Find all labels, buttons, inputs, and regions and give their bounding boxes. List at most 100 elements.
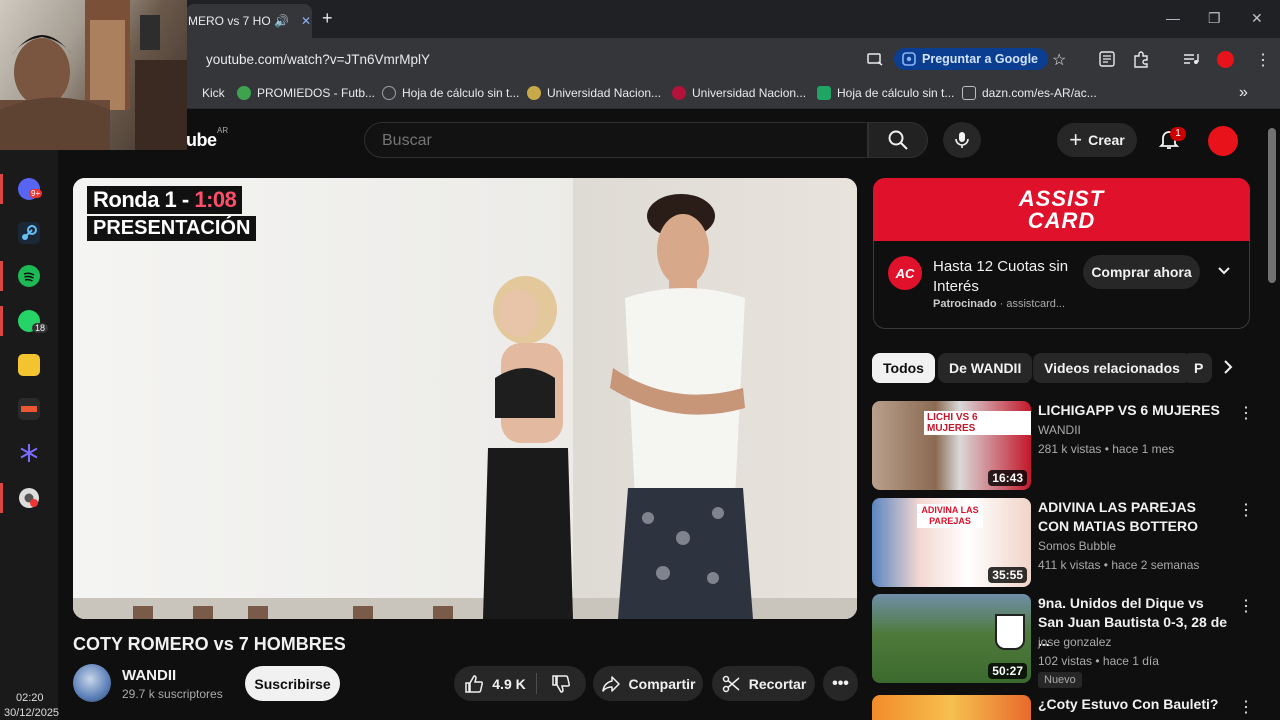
rec-menu-icon[interactable]: ⋮ <box>1238 403 1254 423</box>
video-player[interactable]: Ronda 1 - 1:08 PRESENTACIÓN <box>73 178 857 619</box>
system-clock-time: 02:20 <box>16 692 44 704</box>
window-maximize-button[interactable]: ❐ <box>1208 10 1221 27</box>
file-explorer-icon[interactable] <box>18 354 40 376</box>
rec-menu-icon[interactable]: ⋮ <box>1238 500 1254 520</box>
channel-avatar[interactable] <box>73 664 111 702</box>
rec-channel[interactable]: jose gonzalez <box>1038 635 1111 649</box>
reader-mode-icon[interactable] <box>1098 50 1116 68</box>
bookmarks-overflow-icon[interactable]: » <box>1239 84 1248 102</box>
speaker-icon[interactable]: 🔊 <box>274 14 289 28</box>
rec-thumbnail[interactable]: 50:27 <box>872 594 1031 683</box>
window-close-button[interactable]: ✕ <box>1251 10 1263 27</box>
club-crest-icon <box>995 614 1025 650</box>
clip-label: Recortar <box>748 675 807 692</box>
rec-meta: 281 k vistas • hace 1 mes <box>1038 442 1175 456</box>
rec-thumbnail[interactable]: LICHI VS 6 MUJERES 16:43 <box>872 401 1031 490</box>
create-button[interactable]: + Crear <box>1057 123 1137 157</box>
browser-menu-icon[interactable]: ⋮ <box>1255 50 1271 70</box>
snowflake-app-icon[interactable] <box>18 442 40 464</box>
page-scrollbar[interactable] <box>1268 128 1276 283</box>
search-button[interactable] <box>868 122 928 158</box>
rec-thumbnail[interactable]: ADIVINA LAS PAREJAS 35:55 <box>872 498 1031 587</box>
advertiser-logo[interactable]: AC <box>888 256 922 290</box>
share-button[interactable]: Compartir <box>593 666 703 701</box>
chip-truncated[interactable]: P <box>1183 353 1212 383</box>
bookmark-item[interactable]: dazn.com/es-AR/ac... <box>962 86 1097 100</box>
ad-brand-line2: CARD <box>1027 207 1096 233</box>
bookmark-item[interactable]: Hoja de cálculo sin t... <box>382 86 519 100</box>
bookmark-item[interactable]: Kick <box>190 86 225 100</box>
tab-close-icon[interactable]: ✕ <box>301 14 311 28</box>
thumbs-up-icon <box>465 674 484 693</box>
rec-menu-icon[interactable]: ⋮ <box>1238 697 1254 717</box>
channel-name[interactable]: WANDII <box>122 667 176 684</box>
chevron-down-icon[interactable] <box>1216 263 1232 284</box>
tab-title: MERO vs 7 HO <box>188 14 270 28</box>
bookmark-label: Hoja de cálculo sin t... <box>402 86 520 100</box>
rec-title[interactable]: ¿Coty Estuvo Con Bauleti? <box>1038 695 1228 714</box>
overlay-time-text: 1:08 <box>194 187 237 212</box>
search-input[interactable] <box>380 131 854 151</box>
notification-count-badge: 1 <box>1170 127 1186 141</box>
clip-button[interactable]: Recortar <box>712 666 815 701</box>
video-frame-scene <box>133 194 753 619</box>
ad-headline: Hasta 12 Cuotas sin Interés <box>933 258 1069 295</box>
rec-meta: 411 k vistas • hace 2 semanas <box>1038 558 1200 572</box>
share-label: Compartir <box>628 675 696 692</box>
install-app-icon[interactable] <box>866 50 884 68</box>
microphone-icon <box>955 132 969 148</box>
chrome-icon[interactable] <box>18 487 40 509</box>
more-actions-button[interactable]: ••• <box>823 666 858 701</box>
bookmark-item[interactable]: Hoja de cálculo sin t... <box>817 86 954 100</box>
chip-todos[interactable]: Todos <box>872 353 935 383</box>
video-duration: 50:27 <box>988 663 1027 679</box>
dislike-button[interactable] <box>537 666 585 701</box>
plus-icon: + <box>1069 127 1083 152</box>
bookmark-item[interactable]: Universidad Nacion... <box>672 86 806 100</box>
like-button[interactable]: 4.9 K <box>454 666 536 701</box>
ad-banner[interactable]: ASSIST CARD <box>873 178 1250 241</box>
webcam-overlay <box>0 0 187 150</box>
subscribe-button[interactable]: Suscribirse <box>245 666 340 701</box>
spotify-icon[interactable] <box>18 265 40 287</box>
taskbar-active-indicator <box>0 306 3 336</box>
bookmark-star-icon[interactable]: ☆ <box>1052 50 1066 70</box>
browser-profile-avatar[interactable] <box>1217 51 1234 68</box>
media-queue-icon[interactable] <box>1182 50 1200 68</box>
ad-cta-button[interactable]: Comprar ahora <box>1083 255 1200 289</box>
more-horizontal-icon: ••• <box>832 674 849 692</box>
account-avatar[interactable] <box>1208 126 1238 156</box>
overlay-round-text: Ronda 1 - <box>93 187 195 212</box>
region-code: AR <box>217 126 229 135</box>
bookmark-label: PROMIEDOS - Futb... <box>257 86 376 100</box>
extensions-icon[interactable] <box>1132 50 1150 68</box>
ad-sponsor-line: Patrocinado · assistcard... <box>933 298 1066 310</box>
rec-title[interactable]: LICHIGAPP VS 6 MUJERES <box>1038 401 1228 420</box>
window-minimize-button[interactable]: — <box>1166 10 1180 26</box>
rec-thumbnail[interactable] <box>872 695 1031 720</box>
rec-channel[interactable]: WANDII <box>1038 423 1081 437</box>
bookmark-favicon-icon <box>527 86 541 100</box>
address-bar[interactable]: youtube.com/watch?v=JTn6VmrMplY <box>206 52 430 67</box>
bookmark-label: Kick <box>202 86 225 100</box>
ask-google-button[interactable]: Preguntar a Google <box>894 48 1048 70</box>
app-launcher-icon[interactable] <box>18 398 40 420</box>
search-icon <box>888 130 908 150</box>
chip-videos-relacionados[interactable]: Videos relacionados <box>1033 353 1191 383</box>
voice-search-button[interactable] <box>943 122 981 158</box>
new-tab-button[interactable]: + <box>322 8 333 29</box>
thumb-caption: ADIVINA LAS PAREJAS <box>917 504 983 528</box>
ad-advertiser: assistcard... <box>1006 298 1066 310</box>
rec-channel[interactable]: Somos Bubble <box>1038 539 1116 553</box>
rec-menu-icon[interactable]: ⋮ <box>1238 596 1254 616</box>
steam-icon[interactable] <box>18 222 40 244</box>
chevron-right-icon[interactable] <box>1220 359 1236 380</box>
browser-tab-active[interactable]: MERO vs 7 HO 🔊 ✕ <box>186 4 312 38</box>
video-duration: 16:43 <box>988 470 1027 486</box>
bookmark-item[interactable]: PROMIEDOS - Futb... <box>237 86 375 100</box>
youtube-logo[interactable]: ube <box>186 130 217 151</box>
thumbs-down-icon <box>552 674 570 693</box>
rec-title[interactable]: ADIVINA LAS PAREJAS CON MATIAS BOTTERO <box>1038 498 1228 536</box>
bookmark-item[interactable]: Universidad Nacion... <box>527 86 661 100</box>
chip-de-wandii[interactable]: De WANDII <box>938 353 1033 383</box>
